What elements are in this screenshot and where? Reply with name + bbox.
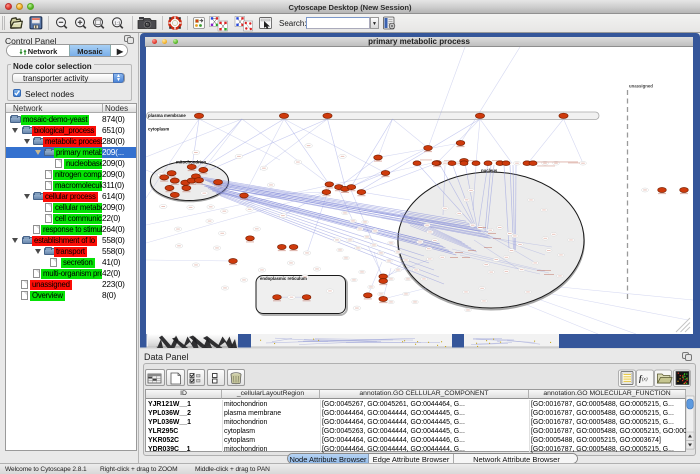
svg-text:cytoplasm: cytoplasm	[148, 127, 169, 132]
svg-text:plasma membrane: plasma membrane	[148, 113, 186, 118]
svg-text:unassigned: unassigned	[629, 84, 653, 89]
svg-text:1:1: 1:1	[114, 20, 121, 25]
svg-text:(x): (x)	[642, 378, 648, 383]
svg-text:nucleus: nucleus	[481, 168, 498, 173]
svg-text:endoplasmic reticulum: endoplasmic reticulum	[260, 276, 307, 281]
svg-text:mitochondrion: mitochondrion	[176, 160, 206, 165]
